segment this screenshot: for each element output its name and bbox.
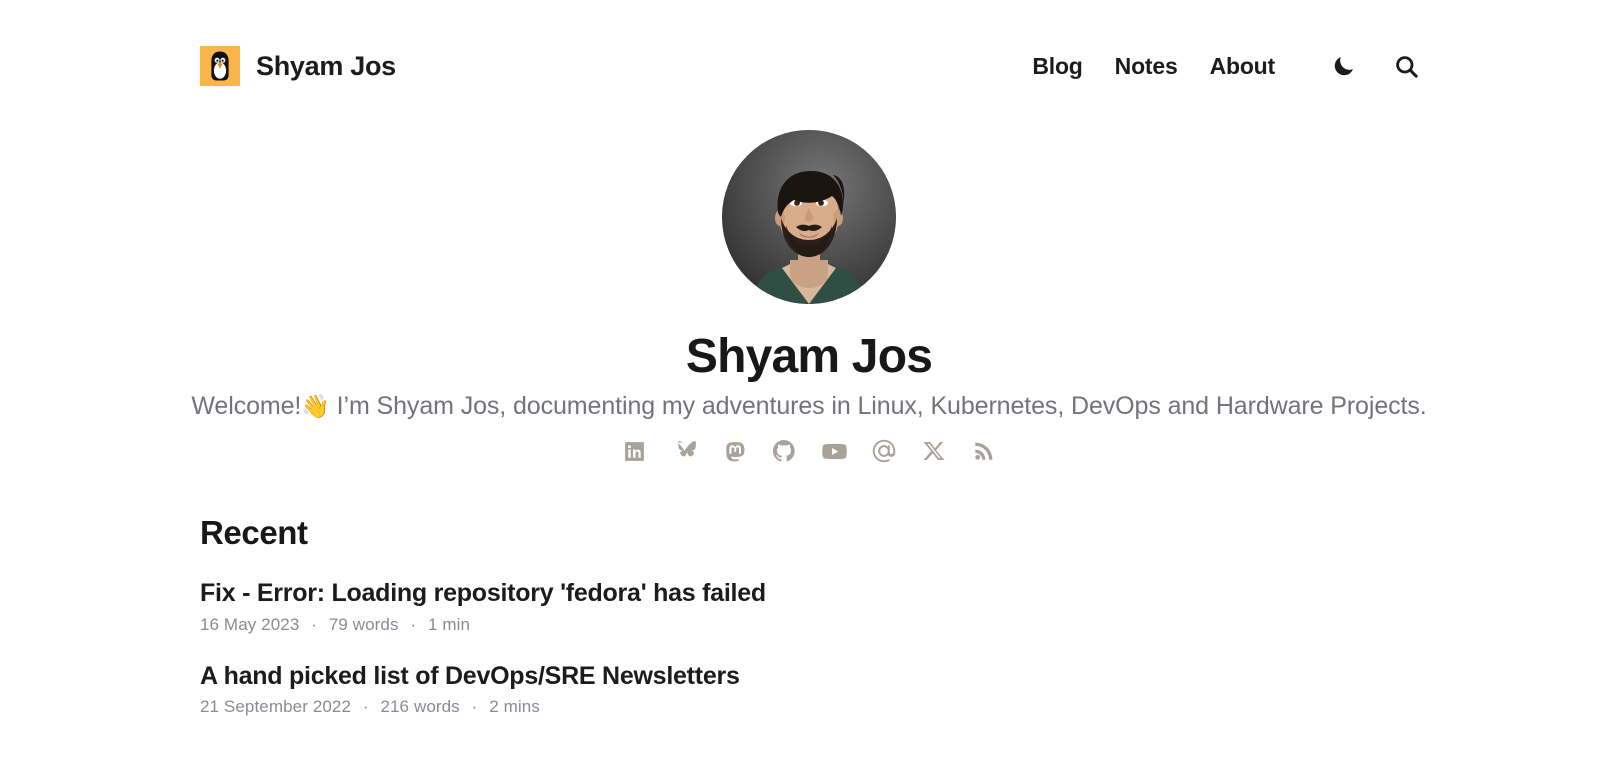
penguin-logo-icon (200, 46, 240, 86)
section-title-recent: Recent (200, 514, 308, 552)
post-word-count: 79 words (328, 614, 399, 634)
mastodon-icon[interactable] (719, 436, 749, 466)
nav-item-about[interactable]: About (1194, 53, 1291, 80)
page-title: Shyam Jos (685, 330, 933, 383)
post-meta: 21 September 2022 · 216 words · 2 mins (200, 697, 1418, 717)
youtube-icon[interactable] (819, 436, 849, 466)
avatar (722, 130, 896, 304)
recent-section: Recent Fix - Error: Loading repository '… (0, 514, 1618, 717)
meta-separator: · (471, 696, 478, 716)
post-date: 16 May 2023 (200, 614, 300, 634)
list-item: A hand picked list of DevOps/SRE Newslet… (200, 661, 1418, 717)
meta-separator: · (410, 614, 417, 634)
wave-emoji-icon: 👋 (301, 392, 330, 419)
brand-home-link[interactable]: Shyam Jos (200, 46, 396, 86)
meta-separator: · (362, 696, 369, 716)
email-icon[interactable] (869, 436, 899, 466)
linkedin-icon[interactable] (619, 436, 649, 466)
moon-icon[interactable] (1313, 53, 1375, 79)
post-read-time: 1 min (428, 614, 471, 634)
post-list: Fix - Error: Loading repository 'fedora'… (200, 578, 1418, 717)
github-icon[interactable] (769, 436, 799, 466)
post-title-link[interactable]: Fix - Error: Loading repository 'fedora'… (200, 578, 766, 609)
meta-separator: · (311, 614, 317, 634)
nav-item-blog[interactable]: Blog (1016, 53, 1098, 80)
x-twitter-icon[interactable] (919, 436, 949, 466)
site-nav: Blog Notes About (1016, 53, 1438, 80)
post-title-link[interactable]: A hand picked list of DevOps/SRE Newslet… (200, 661, 740, 692)
list-item: Fix - Error: Loading repository 'fedora'… (200, 578, 1418, 634)
social-links (0, 436, 1618, 466)
search-icon[interactable] (1375, 53, 1438, 80)
profile-tagline: Welcome!👋 I’m Shyam Jos, documenting my … (0, 390, 1618, 423)
post-read-time: 2 mins (489, 696, 540, 716)
post-meta: 16 May 2023 · 79 words · 1 min (200, 615, 1418, 635)
rss-icon[interactable] (969, 436, 999, 466)
bluesky-icon[interactable] (669, 436, 699, 466)
post-date: 21 September 2022 (200, 696, 352, 716)
nav-item-notes[interactable]: Notes (1099, 53, 1194, 80)
tagline-rest: I’m Shyam Jos, documenting my adventures… (329, 391, 1427, 420)
profile-section: Shyam Jos Welcome!👋 I’m Shyam Jos, docum… (0, 130, 1618, 466)
tagline-prefix: Welcome! (191, 391, 302, 420)
site-header: Shyam Jos Blog Notes About (0, 0, 1618, 96)
page-root: Shyam Jos Blog Notes About Shyam Jos Wel… (0, 0, 1618, 775)
brand-title: Shyam Jos (256, 50, 396, 81)
post-word-count: 216 words (380, 696, 460, 716)
